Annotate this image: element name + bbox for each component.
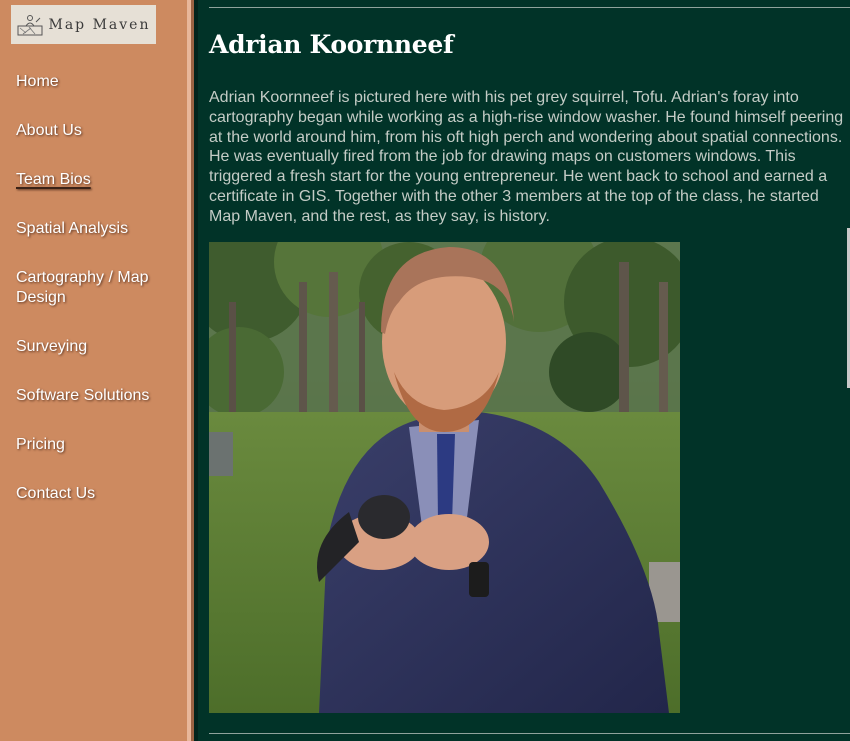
nav-item-cartography-map-design[interactable]: Cartography / Map Design <box>16 268 181 308</box>
portrait-photo <box>209 242 680 713</box>
nav-item-pricing[interactable]: Pricing <box>16 435 181 455</box>
map-person-icon <box>17 14 42 35</box>
logo-text: Map Maven <box>48 16 151 33</box>
top-divider <box>209 7 850 8</box>
site-logo[interactable]: Map Maven <box>11 5 156 44</box>
page-title: Adrian Koornneef <box>209 30 454 59</box>
nav-item-spatial-analysis[interactable]: Spatial Analysis <box>16 219 181 239</box>
sidebar: Map Maven Home About Us Team Bios Spatia… <box>0 0 187 741</box>
bottom-divider <box>209 733 850 734</box>
nav-item-home[interactable]: Home <box>16 72 181 92</box>
sidebar-divider <box>187 0 198 741</box>
nav-item-surveying[interactable]: Surveying <box>16 337 181 357</box>
nav-item-software-solutions[interactable]: Software Solutions <box>16 386 181 406</box>
nav-item-contact-us[interactable]: Contact Us <box>16 484 181 504</box>
nav-item-team-bios[interactable]: Team Bios <box>16 170 181 190</box>
nav-item-about-us[interactable]: About Us <box>16 121 181 141</box>
main-nav: Home About Us Team Bios Spatial Analysis… <box>16 70 181 504</box>
bio-text: Adrian Koornneef is pictured here with h… <box>209 89 844 225</box>
